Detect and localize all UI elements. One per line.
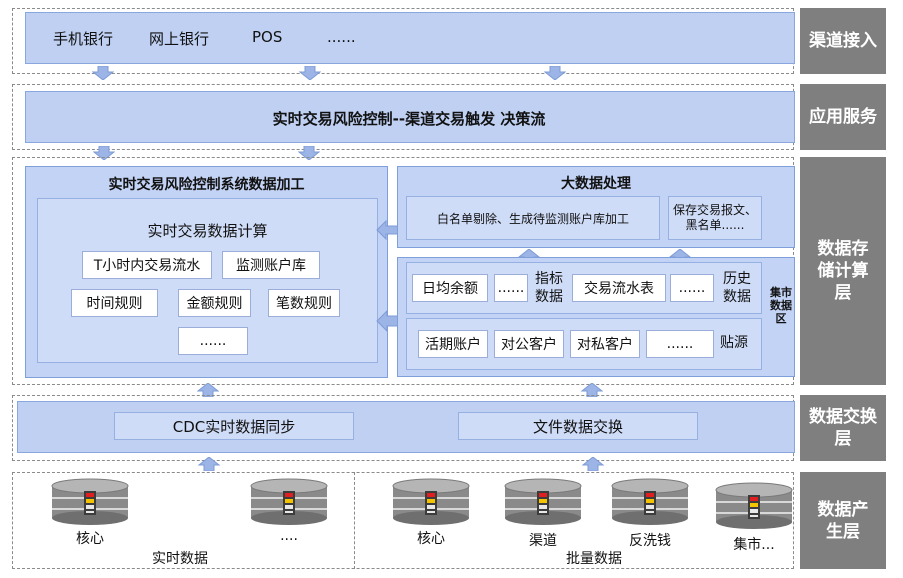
- channel-item-mobile-banking: 手机银行: [53, 30, 114, 48]
- realtime-calc-title: 实时交易数据计算: [147, 222, 268, 240]
- count-rule-box: 笔数规则: [268, 289, 340, 317]
- bigdata-task-save-text: 保存交易报文、黑名单......: [673, 203, 758, 232]
- corporate-customer-box: 对公客户: [494, 330, 564, 358]
- app-decision-flow-title: 实时交易风险控制--渠道交易触发 决策流: [272, 110, 546, 128]
- mart-zone-label: 集市数据区: [770, 286, 792, 325]
- down-arrow-channel-2: [299, 66, 321, 80]
- db-label-core-realtime: 核心: [76, 531, 104, 547]
- amount-rule-box: 金额规则: [178, 289, 251, 317]
- layer-label-produce: 数据产生层: [800, 472, 886, 569]
- layer-label-app: 应用服务: [800, 84, 886, 150]
- history-data-label-text: 历史数据: [723, 271, 751, 305]
- source-data-label: 贴源: [720, 335, 748, 351]
- mart-zone-label-text: 集市数据区: [770, 286, 792, 325]
- batch-data-label: 批量数据: [566, 551, 622, 567]
- bigdata-task-save: 保存交易报文、黑名单......: [668, 196, 762, 240]
- processing-more-box: ......: [178, 327, 248, 355]
- bigdata-task-whitelist-text: 白名单剔除、生成待监测账户库加工: [436, 211, 629, 226]
- processing-panel-title: 实时交易风险控制系统数据加工: [108, 177, 305, 193]
- layer-label-storage: 数据存储计算层: [800, 157, 886, 385]
- down-arrow-channel-3: [544, 66, 566, 80]
- indicator-data-label: 指标数据: [530, 270, 568, 306]
- channel-band: [25, 12, 795, 64]
- db-label-other-realtime: ....: [280, 528, 298, 544]
- file-exchange-box: 文件数据交换: [458, 412, 698, 440]
- database-icon-channel-batch: [503, 478, 583, 526]
- db-label-aml-batch: 反洗钱: [629, 533, 671, 549]
- realtime-data-label: 实时数据: [152, 551, 208, 567]
- transaction-flow-box: 交易流水表: [572, 274, 666, 302]
- cdc-sync-box: CDC实时数据同步: [114, 412, 354, 440]
- file-exchange-text: 文件数据交换: [532, 417, 623, 436]
- up-arrow-exchange-2: [582, 457, 604, 471]
- source-more-box: ......: [646, 330, 714, 358]
- db-label-mart-batch: 集市...: [733, 537, 775, 553]
- daily-balance-box: 日均余额: [412, 274, 488, 302]
- channel-item-more: ......: [327, 28, 356, 46]
- database-icon-mart-batch: [714, 482, 794, 530]
- retail-customer-box: 对私客户: [570, 330, 640, 358]
- database-icon-core-realtime: [50, 478, 130, 526]
- t-hour-flow-box: T小时内交易流水: [82, 251, 212, 279]
- db-label-channel-batch: 渠道: [529, 533, 557, 549]
- history-more-box: ......: [670, 274, 714, 302]
- time-rule-box: 时间规则: [71, 289, 158, 317]
- monitor-account-box: 监测账户库: [222, 251, 320, 279]
- cdc-sync-text: CDC实时数据同步: [172, 417, 296, 436]
- produce-divider: [354, 472, 355, 569]
- database-icon-aml-batch: [610, 478, 690, 526]
- layer-label-channel: 渠道接入: [800, 8, 886, 74]
- bigdata-task-whitelist: 白名单剔除、生成待监测账户库加工: [406, 196, 660, 240]
- channel-item-online-banking: 网上银行: [149, 30, 210, 48]
- database-icon-core-batch: [391, 478, 471, 526]
- channel-item-pos: POS: [252, 28, 283, 46]
- database-icon-other-realtime: [249, 478, 329, 526]
- current-account-box: 活期账户: [418, 330, 488, 358]
- up-arrow-exchange-1: [198, 457, 220, 471]
- history-data-label: 历史数据: [718, 270, 756, 306]
- down-arrow-channel-1: [92, 66, 114, 80]
- layer-label-exchange: 数据交换层: [800, 395, 886, 461]
- indicator-data-label-text: 指标数据: [535, 271, 563, 305]
- db-label-core-batch: 核心: [417, 531, 445, 547]
- indicator-more-box: ......: [494, 274, 528, 302]
- bigdata-panel-title: 大数据处理: [561, 176, 631, 192]
